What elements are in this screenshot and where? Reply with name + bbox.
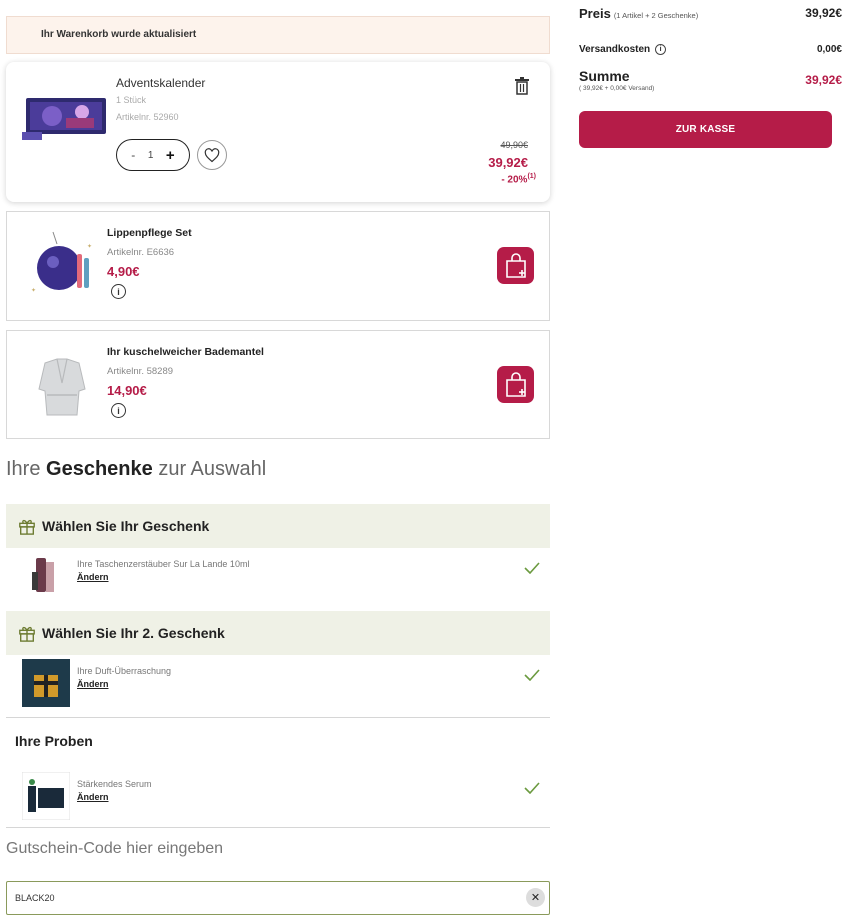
notice-text: Ihr Warenkorb wurde aktualisiert	[41, 29, 197, 40]
product-name[interactable]: Lippenpflege Set	[107, 227, 192, 239]
heart-icon	[204, 147, 220, 162]
svg-text:✦: ✦	[87, 243, 92, 250]
advent-calendar-image[interactable]	[22, 88, 110, 144]
change-link[interactable]: Ändern	[77, 792, 109, 802]
product-sku: Artikelnr. 52960	[116, 112, 179, 122]
checkmark-icon	[524, 669, 540, 681]
sample-label: Stärkendes Serum	[77, 779, 152, 789]
serum-image[interactable]	[22, 772, 70, 820]
total-value: 39,92€	[805, 73, 842, 87]
clear-voucher-button[interactable]: ✕	[526, 888, 545, 907]
gift-choice-row: Ihre Taschenzerstäuber Sur La Lande 10ml…	[6, 548, 550, 604]
quantity-stepper: - 1 +	[116, 139, 190, 171]
increase-button[interactable]: +	[166, 147, 175, 164]
wishlist-button[interactable]	[197, 140, 227, 170]
total-label: Summe	[579, 68, 630, 84]
add-to-cart-button[interactable]	[497, 247, 534, 284]
total-note: ( 39,92€ + 0,00€ Versand)	[579, 85, 655, 92]
bathrobe-image[interactable]	[27, 349, 97, 421]
add-to-cart-button[interactable]	[497, 366, 534, 403]
current-price: 39,92€	[488, 155, 528, 170]
product-price: 4,90€	[107, 264, 140, 279]
price-label: Preis (1 Artikel + 2 Geschenke)	[579, 6, 698, 21]
gift-choice-heading: Wählen Sie Ihr Geschenk	[42, 518, 210, 534]
svg-text:✦: ✦	[31, 287, 36, 294]
shopping-bag-plus-icon	[505, 371, 526, 397]
gift-choice-header: Wählen Sie Ihr Geschenk	[6, 504, 550, 548]
title-part: Ihre	[6, 458, 47, 480]
samples-heading: Ihre Proben	[15, 733, 93, 749]
info-icon[interactable]: i	[111, 284, 126, 299]
voucher-field: ✕	[6, 881, 550, 915]
discount-footnote: (1)	[527, 173, 536, 180]
gift-choice-heading: Wählen Sie Ihr 2. Geschenk	[42, 625, 225, 641]
add-on-item-card: Ihr kuschelweicher Bademantel Artikelnr.…	[6, 330, 550, 439]
discount-badge: - 20%(1)	[501, 173, 536, 185]
cart-updated-notice: Ihr Warenkorb wurde aktualisiert	[6, 16, 550, 54]
checkmark-icon	[524, 782, 540, 794]
old-price: 49,90€	[500, 140, 528, 150]
info-icon[interactable]: i	[111, 403, 126, 418]
info-icon[interactable]: i	[655, 44, 667, 55]
voucher-label: Gutschein-Code hier eingeben	[6, 840, 224, 857]
product-sku: Artikelnr. E6636	[107, 247, 175, 258]
divider	[6, 717, 550, 718]
cart-item-card: Adventskalender 1 Stück Artikelnr. 52960…	[6, 62, 550, 202]
shopping-bag-plus-icon	[505, 252, 526, 278]
product-name[interactable]: Ihr kuschelweicher Bademantel	[107, 346, 264, 358]
voucher-input[interactable]	[15, 890, 495, 906]
gifts-section-title: Ihre Geschenke zur Auswahl	[6, 458, 266, 481]
perfume-spray-image[interactable]	[22, 552, 70, 600]
shipping-label: Versandkosten i	[579, 44, 667, 55]
price-note: (1 Artikel + 2 Geschenke)	[613, 11, 699, 20]
quantity-label: 1 Stück	[116, 95, 147, 105]
divider	[6, 827, 550, 828]
title-bold-part: Geschenke	[46, 458, 153, 480]
sample-row: Stärkendes Serum Ändern	[6, 768, 550, 824]
shipping-value: 0,00€	[816, 44, 842, 55]
gift-choice-row: Ihre Duft-Überraschung Ändern	[6, 655, 550, 711]
change-link[interactable]: Ändern	[77, 679, 109, 689]
product-name[interactable]: Adventskalender	[116, 76, 205, 90]
product-price: 14,90€	[107, 383, 147, 398]
gift-label: Ihre Duft-Überraschung	[77, 666, 172, 676]
discount-value: - 20%	[501, 174, 528, 186]
gift-label: Ihre Taschenzerstäuber Sur La Lande 10ml	[77, 559, 250, 569]
shipping-label-text: Versandkosten	[579, 44, 651, 55]
surprise-gift-image[interactable]	[22, 659, 70, 707]
checkmark-icon	[524, 562, 540, 574]
checkout-button[interactable]: ZUR KASSE	[579, 111, 832, 148]
gift-choice-header: Wählen Sie Ihr 2. Geschenk	[6, 611, 550, 655]
gift-icon	[19, 519, 35, 535]
quantity-value: 1	[147, 149, 154, 161]
change-link[interactable]: Ändern	[77, 572, 109, 582]
price-label-text: Preis	[579, 6, 611, 21]
trash-icon[interactable]	[514, 77, 530, 95]
price-value: 39,92€	[805, 6, 842, 20]
lip-care-set-image[interactable]: ✦ ✦	[27, 230, 97, 302]
title-part: zur Auswahl	[152, 458, 267, 480]
add-on-item-card: ✦ ✦ Lippenpflege Set Artikelnr. E6636 4,…	[6, 211, 550, 321]
gift-icon	[19, 626, 35, 642]
product-sku: Artikelnr. 58289	[107, 366, 174, 377]
decrease-button[interactable]: -	[131, 148, 135, 162]
